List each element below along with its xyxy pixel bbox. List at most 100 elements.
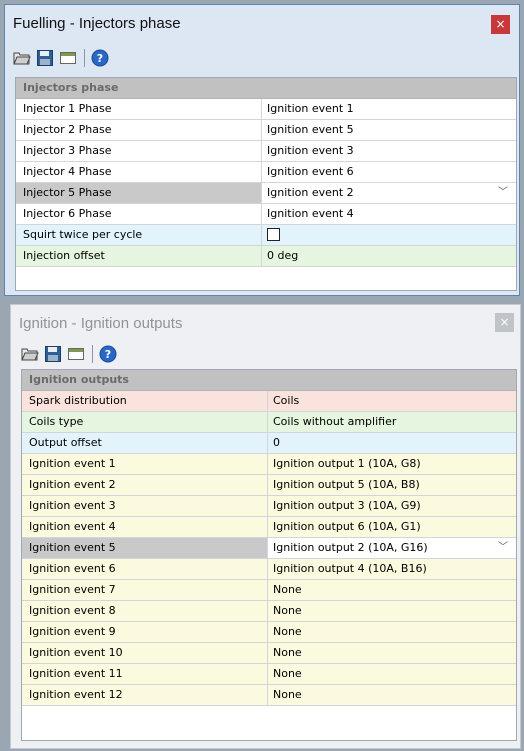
property-row[interactable]: Output offset 0 [22,433,516,454]
property-value[interactable]: None [268,580,516,600]
property-label: Ignition event 6 [22,559,268,579]
property-value[interactable]: Ignition output 1 (10A, G8) [268,454,516,474]
svg-text:?: ? [97,52,103,65]
squirt-twice-checkbox[interactable] [267,227,280,241]
property-value[interactable]: None [268,622,516,642]
property-label: Ignition event 4 [22,517,268,537]
property-label: Output offset [22,433,268,453]
property-label: Ignition event 3 [22,496,268,516]
property-row[interactable]: Ignition event 8 None [22,601,516,622]
property-label: Injector 6 Phase [16,204,262,224]
close-button[interactable]: × [491,15,510,34]
window-icon[interactable] [59,49,77,67]
title-bar[interactable]: Fuelling - Injectors phase × [5,5,519,45]
property-label: Injector 2 Phase [16,120,262,140]
save-icon[interactable] [44,345,62,363]
property-row[interactable]: Ignition event 2 Ignition output 5 (10A, … [22,475,516,496]
window-title: Ignition - Ignition outputs [19,315,183,332]
property-row[interactable]: Injector 6 Phase Ignition event 4 [16,204,516,225]
property-value[interactable]: 0 [268,433,516,453]
toolbar: ? [21,343,122,365]
property-row-selected[interactable]: Injector 5 Phase Ignition event 2 ﹀ [16,183,516,204]
property-value[interactable]: None [268,601,516,621]
close-button[interactable]: × [495,313,514,332]
property-label: Ignition event 9 [22,622,268,642]
property-value[interactable]: Ignition output 5 (10A, B8) [268,475,516,495]
property-value[interactable]: 0 deg [262,246,516,266]
property-label: Injector 4 Phase [16,162,262,182]
property-row[interactable]: Ignition event 10 None [22,643,516,664]
property-row[interactable]: Ignition event 6 Ignition output 4 (10A, … [22,559,516,580]
toolbar-separator [92,345,93,363]
property-label: Injector 5 Phase [16,183,262,203]
dropdown-value: Ignition output 2 (10A, G16) [273,541,428,554]
property-row[interactable]: Ignition event 3 Ignition output 3 (10A, … [22,496,516,517]
toolbar-separator [84,49,85,67]
property-label: Coils type [22,412,268,432]
property-label: Ignition event 12 [22,685,268,705]
toolbar: ? [13,47,114,69]
property-row[interactable]: Ignition event 1 Ignition output 1 (10A, … [22,454,516,475]
property-label: Ignition event 8 [22,601,268,621]
save-icon[interactable] [36,49,54,67]
ignition-outputs-window: Ignition - Ignition outputs × ? Ignition… [10,304,521,749]
chevron-down-icon[interactable]: ﹀ [498,183,508,203]
property-label: Injector 3 Phase [16,141,262,161]
property-grid: Ignition outputs Spark distribution Coils… [21,369,517,741]
property-value[interactable]: Ignition event 6 [262,162,516,182]
property-value[interactable]: Ignition event 5 [262,120,516,140]
property-label: Ignition event 5 [22,538,268,558]
section-header: Injectors phase [16,78,516,99]
property-value[interactable]: None [268,685,516,705]
window-icon[interactable] [67,345,85,363]
dropdown-value: Ignition event 2 [267,186,354,199]
property-value[interactable]: Ignition output 6 (10A, G1) [268,517,516,537]
property-row[interactable]: Ignition event 9 None [22,622,516,643]
property-value[interactable]: None [268,664,516,684]
property-value[interactable]: None [268,643,516,663]
property-row[interactable]: Coils type Coils without amplifier [22,412,516,433]
chevron-down-icon[interactable]: ﹀ [498,538,508,558]
help-icon[interactable]: ? [99,345,117,363]
property-value[interactable]: Ignition event 1 [262,99,516,119]
property-label: Ignition event 1 [22,454,268,474]
property-grid: Injectors phase Injector 1 Phase Ignition… [15,77,517,291]
help-icon[interactable]: ? [91,49,109,67]
property-row[interactable]: Injector 1 Phase Ignition event 1 [16,99,516,120]
property-value[interactable]: Ignition output 3 (10A, G9) [268,496,516,516]
svg-text:?: ? [105,348,111,361]
property-label: Injection offset [16,246,262,266]
title-bar[interactable]: Ignition - Ignition outputs × [11,305,520,345]
property-label: Spark distribution [22,391,268,411]
open-folder-icon[interactable] [13,49,31,67]
property-row[interactable]: Ignition event 4 Ignition output 6 (10A, … [22,517,516,538]
property-value[interactable]: Ignition output 4 (10A, B16) [268,559,516,579]
window-title: Fuelling - Injectors phase [13,15,181,32]
property-value[interactable]: Coils without amplifier [268,412,516,432]
property-value-dropdown[interactable]: Ignition event 2 ﹀ [262,183,516,203]
property-label: Ignition event 11 [22,664,268,684]
property-row[interactable]: Injection offset 0 deg [16,246,516,267]
open-folder-icon[interactable] [21,345,39,363]
property-label: Ignition event 7 [22,580,268,600]
property-value [262,225,516,245]
property-row[interactable]: Ignition event 7 None [22,580,516,601]
property-row[interactable]: Ignition event 11 None [22,664,516,685]
property-label: Ignition event 2 [22,475,268,495]
property-value[interactable]: Ignition event 3 [262,141,516,161]
property-row[interactable]: Injector 3 Phase Ignition event 3 [16,141,516,162]
property-row[interactable]: Injector 2 Phase Ignition event 5 [16,120,516,141]
property-value-dropdown[interactable]: Ignition output 2 (10A, G16) ﹀ [268,538,516,558]
property-label: Squirt twice per cycle [16,225,262,245]
property-row[interactable]: Squirt twice per cycle [16,225,516,246]
property-row[interactable]: Injector 4 Phase Ignition event 6 [16,162,516,183]
property-value[interactable]: Ignition event 4 [262,204,516,224]
property-row[interactable]: Ignition event 12 None [22,685,516,706]
property-row-selected[interactable]: Ignition event 5 Ignition output 2 (10A, … [22,538,516,559]
fuelling-injectors-phase-window: Fuelling - Injectors phase × ? Injectors… [4,4,520,296]
property-label: Injector 1 Phase [16,99,262,119]
section-header: Ignition outputs [22,370,516,391]
property-value[interactable]: Coils [268,391,516,411]
property-row[interactable]: Spark distribution Coils [22,391,516,412]
property-label: Ignition event 10 [22,643,268,663]
